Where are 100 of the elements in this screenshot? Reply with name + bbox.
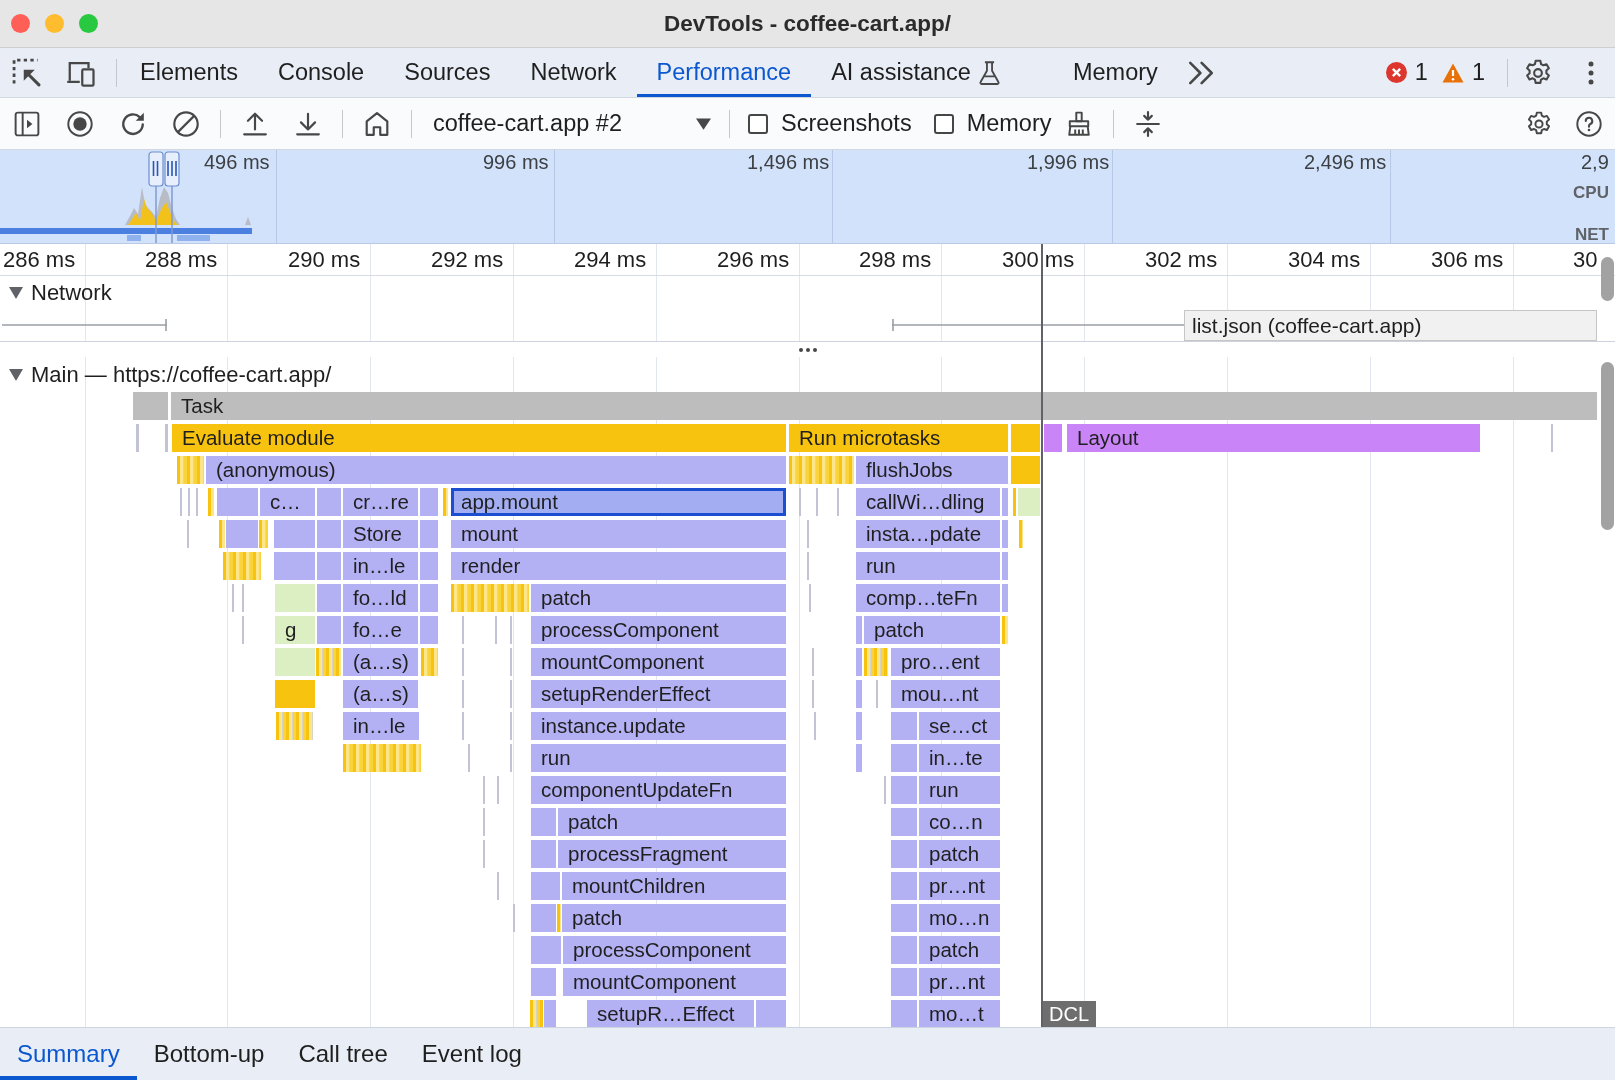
flame-entry[interactable]: insta…pdate: [856, 520, 1000, 548]
flame-entry[interactable]: comp…teFn: [856, 584, 1000, 612]
flame-entry[interactable]: instance.update: [531, 712, 786, 740]
details-tab[interactable]: Event log: [404, 1028, 539, 1080]
flame-slivers[interactable]: [443, 488, 448, 516]
flame-entry[interactable]: render: [451, 552, 786, 580]
flame-entry[interactable]: app.mount: [451, 488, 786, 516]
flame-slivers[interactable]: [1019, 520, 1023, 548]
flame-entry[interactable]: cr…re: [343, 488, 418, 516]
flame-entry[interactable]: [531, 872, 560, 900]
flame-entry[interactable]: mount: [451, 520, 786, 548]
flame-slivers[interactable]: [219, 520, 225, 548]
flame-entry[interactable]: se…ct: [919, 712, 1000, 740]
details-tab[interactable]: Bottom-up: [136, 1028, 282, 1080]
flame-slivers[interactable]: [421, 648, 438, 676]
flame-entry[interactable]: [317, 584, 341, 612]
task-entry[interactable]: Task: [171, 392, 1597, 420]
flame-entry[interactable]: [1002, 488, 1008, 516]
flame-entry[interactable]: setupR…Effect: [587, 1000, 754, 1027]
flame-sliver[interactable]: [136, 424, 139, 452]
flame-entry[interactable]: [274, 552, 315, 580]
details-tab[interactable]: Summary: [0, 1028, 137, 1080]
flame-slivers[interactable]: [177, 456, 204, 484]
flame-entry[interactable]: [1002, 552, 1008, 580]
flame-entry[interactable]: [891, 744, 917, 772]
flame-entry[interactable]: [1011, 424, 1040, 452]
flame-entry[interactable]: fo…ld: [343, 584, 418, 612]
flame-entry[interactable]: [317, 552, 341, 580]
flame-entry[interactable]: (a…s): [343, 680, 418, 708]
errors-counter[interactable]: 1: [1385, 54, 1428, 91]
flame-entry[interactable]: (anonymous): [206, 456, 786, 484]
flame-entry[interactable]: [891, 872, 917, 900]
flame-entry[interactable]: co…n: [919, 808, 1000, 836]
flame-entry[interactable]: [856, 712, 862, 740]
flame-slivers[interactable]: [1013, 488, 1016, 516]
flame-entry[interactable]: [420, 616, 438, 644]
flame-entry[interactable]: [891, 808, 917, 836]
flame-entry[interactable]: processComponent: [531, 616, 786, 644]
flame-entry[interactable]: [420, 584, 438, 612]
flame-entry[interactable]: setupRenderEffect: [531, 680, 786, 708]
flame-entry[interactable]: [856, 744, 862, 772]
flame-entry[interactable]: run: [919, 776, 1000, 804]
flame-entry[interactable]: in…te: [919, 744, 1000, 772]
flame-entry[interactable]: mountComponent: [563, 968, 786, 996]
panel-tab[interactable]: Network: [510, 48, 637, 97]
flame-entry[interactable]: [226, 520, 258, 548]
flame-slivers[interactable]: [316, 648, 341, 676]
flame-entry[interactable]: Run microtasks: [789, 424, 1008, 452]
flame-entry[interactable]: [856, 680, 862, 708]
flame-entry[interactable]: mo…n: [919, 904, 1000, 932]
flame-entry[interactable]: mo…t: [919, 1000, 1000, 1027]
scrollbar-thumb[interactable]: [1601, 362, 1614, 530]
flame-entry[interactable]: processFragment: [558, 840, 786, 868]
flame-entry[interactable]: patch: [558, 808, 786, 836]
panel-tab[interactable]: Console: [257, 48, 385, 97]
warnings-counter[interactable]: 1: [1441, 54, 1485, 91]
flame-entry[interactable]: fo…e: [343, 616, 418, 644]
resize-handle[interactable]: [798, 347, 817, 352]
flame-slivers[interactable]: [789, 456, 854, 484]
checkbox-label[interactable]: Screenshots: [781, 105, 912, 142]
flame-entry[interactable]: [275, 584, 315, 612]
flame-entry[interactable]: pr…nt: [919, 968, 1000, 996]
flame-slivers[interactable]: [343, 744, 421, 772]
flame-sliver[interactable]: [165, 424, 168, 452]
flame-entry[interactable]: [217, 488, 258, 516]
flame-entry[interactable]: c…: [260, 488, 315, 516]
close-button[interactable]: [11, 14, 30, 33]
flame-entry[interactable]: g: [275, 616, 315, 644]
details-tab[interactable]: Call tree: [281, 1028, 405, 1080]
flame-entry[interactable]: [531, 968, 556, 996]
flame-entry[interactable]: patch: [919, 840, 1000, 868]
panel-tab[interactable]: Sources: [384, 48, 511, 97]
checkbox[interactable]: [933, 113, 954, 134]
flame-entry[interactable]: [891, 936, 917, 964]
flame-entry[interactable]: patch: [864, 616, 1000, 644]
flame-slivers[interactable]: [451, 584, 529, 612]
time-range-selector[interactable]: [148, 151, 180, 243]
flame-entry[interactable]: [1002, 520, 1008, 548]
checkbox[interactable]: [748, 113, 768, 134]
flame-entry[interactable]: in…le: [343, 712, 419, 740]
panel-tab[interactable]: Elements: [120, 48, 258, 97]
minimize-button[interactable]: [45, 14, 64, 33]
flame-entry[interactable]: flushJobs: [856, 456, 1008, 484]
flame-entry[interactable]: mountComponent: [531, 648, 786, 676]
flame-entry[interactable]: processComponent: [563, 936, 786, 964]
flame-entry[interactable]: pro…ent: [891, 648, 1000, 676]
flame-entry[interactable]: patch: [919, 936, 1000, 964]
flame-entry[interactable]: Store: [343, 520, 418, 548]
track-header[interactable]: Main — https://coffee-cart.app/: [0, 358, 332, 391]
flame-entry[interactable]: [531, 840, 556, 868]
flame-entry[interactable]: run: [531, 744, 786, 772]
flame-entry[interactable]: [1002, 584, 1008, 612]
flame-entry[interactable]: [531, 936, 561, 964]
zoom-button[interactable]: [79, 14, 98, 33]
flame-entry[interactable]: [317, 616, 341, 644]
flame-entry[interactable]: [856, 648, 862, 676]
flame-entry[interactable]: mou…nt: [891, 680, 1000, 708]
checkbox-label[interactable]: Memory: [966, 105, 1052, 142]
flame-entry[interactable]: patch: [531, 584, 786, 612]
recording-select[interactable]: coffee-cart.app #2: [427, 104, 717, 143]
